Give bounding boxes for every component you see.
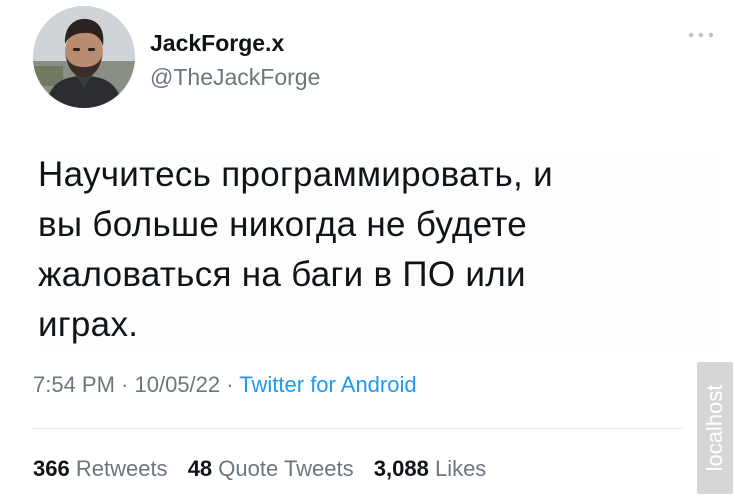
watermark-text: localhost — [702, 384, 727, 472]
quote-tweets-stat[interactable]: 48 Quote Tweets — [188, 456, 354, 481]
author-display-name[interactable]: JackForge.x — [150, 30, 284, 57]
tweet-meta: 7:54 PM · 10/05/22 · Twitter for Android — [33, 372, 417, 398]
quotes-count: 48 — [187, 456, 213, 481]
tweet-time[interactable]: 7:54 PM — [33, 372, 115, 397]
retweets-label: Retweets — [75, 456, 168, 481]
likes-count: 3,088 — [373, 456, 429, 481]
divider — [33, 428, 683, 429]
tweet-text-line: жаловаться на баги в ПО или — [38, 255, 526, 294]
meta-separator: · — [220, 372, 240, 397]
tweet-text-line: Научитесь программировать, и — [38, 155, 553, 194]
tweet-text-line: вы больше никогда не будете — [38, 205, 528, 244]
watermark: localhost — [697, 362, 733, 494]
tweet-stats: 366 Retweets 48 Quote Tweets 3,088 Likes — [33, 456, 486, 482]
meta-separator: · — [114, 372, 135, 397]
tweet-text: Научитесь программировать, и вы больше н… — [38, 150, 718, 350]
likes-label: Likes — [434, 456, 487, 481]
avatar[interactable] — [33, 6, 135, 108]
tweet-source-link[interactable]: Twitter for Android — [239, 372, 416, 397]
more-horizontal-icon[interactable] — [684, 28, 718, 42]
retweets-stat[interactable]: 366 Retweets — [33, 456, 168, 481]
retweets-count: 366 — [33, 456, 70, 481]
tweet-text-line: играх. — [38, 305, 139, 344]
likes-stat[interactable]: 3,088 Likes — [374, 456, 487, 481]
quotes-label: Quote Tweets — [218, 456, 354, 481]
tweet-date[interactable]: 10/05/22 — [135, 372, 221, 397]
author-handle[interactable]: @TheJackForge — [150, 64, 320, 91]
